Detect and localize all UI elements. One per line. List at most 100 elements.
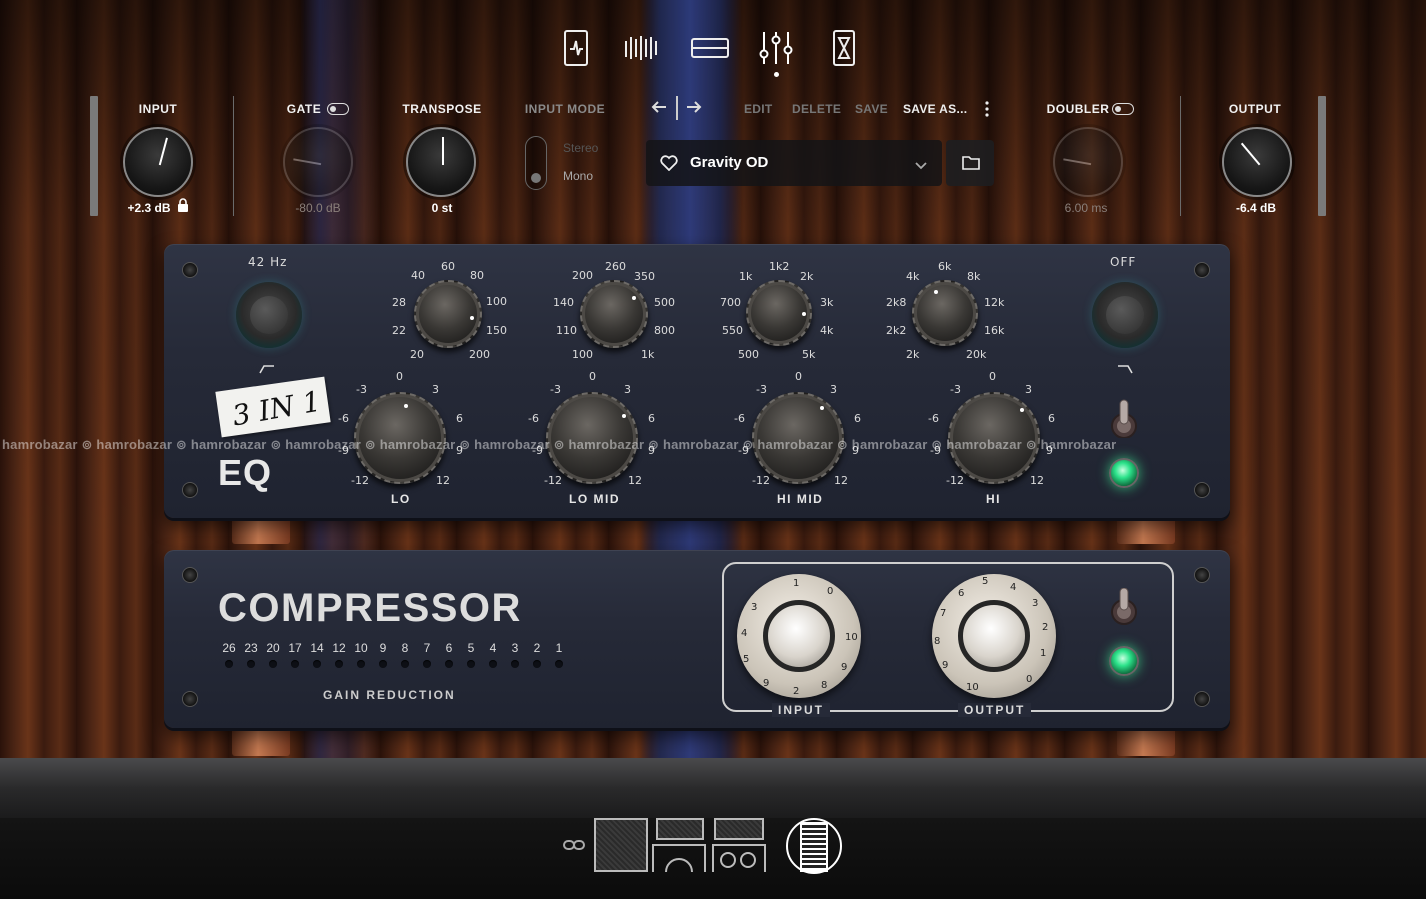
lo-gain-tick: 3 bbox=[432, 383, 439, 396]
gr-meter-led bbox=[313, 660, 321, 668]
mixer-icon[interactable] bbox=[756, 28, 796, 68]
lo-mid-freq-knob[interactable] bbox=[580, 280, 648, 348]
delete-button[interactable]: DELETE bbox=[792, 102, 841, 116]
hi-mid-freq-tick: 1k2 bbox=[769, 260, 790, 273]
save-as-button[interactable]: SAVE AS... bbox=[903, 102, 967, 116]
lo-mid-gain-tick: -6 bbox=[528, 412, 539, 425]
hi-freq-tick: 8k bbox=[967, 270, 981, 283]
transpose-knob[interactable] bbox=[406, 127, 476, 197]
hi-gain-tick: 6 bbox=[1048, 412, 1055, 425]
folder-icon bbox=[962, 156, 980, 170]
gr-scale-value: 14 bbox=[310, 641, 324, 655]
gate-toggle[interactable] bbox=[327, 103, 349, 115]
gr-scale-value: 9 bbox=[379, 641, 387, 655]
hi-freq-knob[interactable] bbox=[912, 280, 978, 346]
lo-freq-tick: 20 bbox=[410, 348, 424, 361]
gr-scale-value: 1 bbox=[555, 641, 563, 655]
preset-folder-button[interactable] bbox=[946, 140, 994, 186]
more-menu-icon[interactable] bbox=[984, 100, 990, 123]
hi-gain-tick: -12 bbox=[946, 474, 964, 487]
doubler-toggle[interactable] bbox=[1112, 103, 1134, 115]
hi-mid-band-label: HI MID bbox=[777, 492, 824, 506]
lo-gain-tick: -6 bbox=[338, 412, 349, 425]
output-knob[interactable] bbox=[1222, 127, 1292, 197]
lo-mid-freq-tick: 800 bbox=[654, 324, 675, 337]
gr-meter-led bbox=[291, 660, 299, 668]
hi-mid-freq-tick: 500 bbox=[738, 348, 759, 361]
lo-freq-tick: 22 bbox=[392, 324, 406, 337]
chevron-down-icon[interactable] bbox=[914, 158, 928, 176]
hi-mid-freq-tick: 700 bbox=[720, 296, 741, 309]
floor-ledge bbox=[0, 758, 1426, 818]
rack-slot-button-active[interactable] bbox=[786, 818, 842, 874]
gr-scale-value: 20 bbox=[266, 641, 280, 655]
hi-mid-freq-tick: 550 bbox=[722, 324, 743, 337]
hi-freq-tick: 12k bbox=[984, 296, 1005, 309]
save-button[interactable]: SAVE bbox=[855, 102, 888, 116]
eq-bypass-switch[interactable] bbox=[1106, 398, 1142, 439]
lo-gain-tick: 6 bbox=[456, 412, 463, 425]
lo-freq-knob[interactable] bbox=[414, 280, 482, 348]
rack-foot bbox=[1117, 516, 1175, 544]
input-knob[interactable] bbox=[123, 127, 193, 197]
gr-scale-value: 26 bbox=[222, 641, 236, 655]
lo-freq-tick: 150 bbox=[486, 324, 507, 337]
lo-band-label: LO bbox=[391, 492, 411, 506]
compressor-title: COMPRESSOR bbox=[218, 586, 522, 630]
timer-icon[interactable] bbox=[824, 28, 864, 68]
gr-scale-value: 8 bbox=[401, 641, 409, 655]
output-level-meter bbox=[1318, 96, 1326, 216]
lock-icon[interactable] bbox=[177, 198, 189, 218]
amp-head-slot-button[interactable] bbox=[656, 818, 704, 840]
output-value: -6.4 dB bbox=[1235, 201, 1276, 215]
hi-freq-tick: 2k2 bbox=[886, 324, 907, 337]
undo-arrow-icon[interactable] bbox=[650, 100, 668, 119]
hi-freq-tick: 2k8 bbox=[886, 296, 907, 309]
comp-input-knob[interactable]: 1 0 10 9 8 2 9 5 4 3 bbox=[737, 574, 861, 698]
gr-scale-value: 5 bbox=[467, 641, 475, 655]
amp-head-slot-button-2[interactable] bbox=[714, 818, 764, 840]
redo-arrow-icon[interactable] bbox=[685, 100, 703, 119]
doubler-label: DOUBLER bbox=[1046, 102, 1110, 116]
lo-freq-tick: 60 bbox=[441, 260, 455, 273]
hi-mid-freq-tick: 3k bbox=[820, 296, 834, 309]
input-mode-mono[interactable]: Mono bbox=[563, 169, 593, 183]
edit-button[interactable]: EDIT bbox=[744, 102, 773, 116]
screw bbox=[182, 567, 198, 583]
lo-mid-freq-tick: 1k bbox=[641, 348, 655, 361]
dial-tick: 8 bbox=[934, 636, 941, 647]
doubler-knob[interactable] bbox=[1053, 127, 1123, 197]
cabinet-slot-button[interactable] bbox=[594, 818, 648, 872]
lo-mid-band-label: LO MID bbox=[569, 492, 620, 506]
hi-band-label: HI bbox=[986, 492, 1001, 506]
gr-meter-led bbox=[247, 660, 255, 668]
gate-knob[interactable] bbox=[283, 127, 353, 197]
compressor-bypass-switch[interactable] bbox=[1106, 587, 1142, 628]
input-label: INPUT bbox=[138, 102, 178, 116]
tuner-icon[interactable] bbox=[556, 28, 596, 68]
dial-tick: 2 bbox=[1042, 622, 1049, 633]
input-mode-switch[interactable] bbox=[525, 136, 547, 190]
input-mode-stereo[interactable]: Stereo bbox=[563, 141, 598, 155]
gr-scale-value: 3 bbox=[511, 641, 519, 655]
hpf-knob[interactable] bbox=[236, 282, 302, 348]
dial-tick: 4 bbox=[741, 628, 748, 639]
combo-slot-button[interactable] bbox=[652, 844, 706, 873]
rhythm-icon[interactable] bbox=[622, 28, 662, 68]
lpf-knob[interactable] bbox=[1092, 282, 1158, 348]
screw bbox=[182, 691, 198, 707]
speaker-slot-button[interactable] bbox=[712, 844, 766, 872]
dial-tick: 10 bbox=[845, 632, 858, 643]
lpf-value: OFF bbox=[1110, 255, 1137, 269]
gr-scale-value: 10 bbox=[354, 641, 368, 655]
hi-mid-freq-knob[interactable] bbox=[746, 280, 812, 346]
hi-mid-freq-tick: 4k bbox=[820, 324, 834, 337]
rack-view-icon[interactable] bbox=[690, 28, 730, 68]
gr-scale-value: 17 bbox=[288, 641, 302, 655]
gr-meter-led bbox=[357, 660, 365, 668]
link-icon[interactable] bbox=[563, 838, 585, 857]
comp-output-knob[interactable]: 5 4 3 2 1 0 10 9 8 7 6 bbox=[932, 574, 1056, 698]
lo-gain-tick: -12 bbox=[351, 474, 369, 487]
favorite-heart-icon[interactable] bbox=[660, 155, 678, 176]
doubler-value: 6.00 ms bbox=[1064, 201, 1108, 215]
